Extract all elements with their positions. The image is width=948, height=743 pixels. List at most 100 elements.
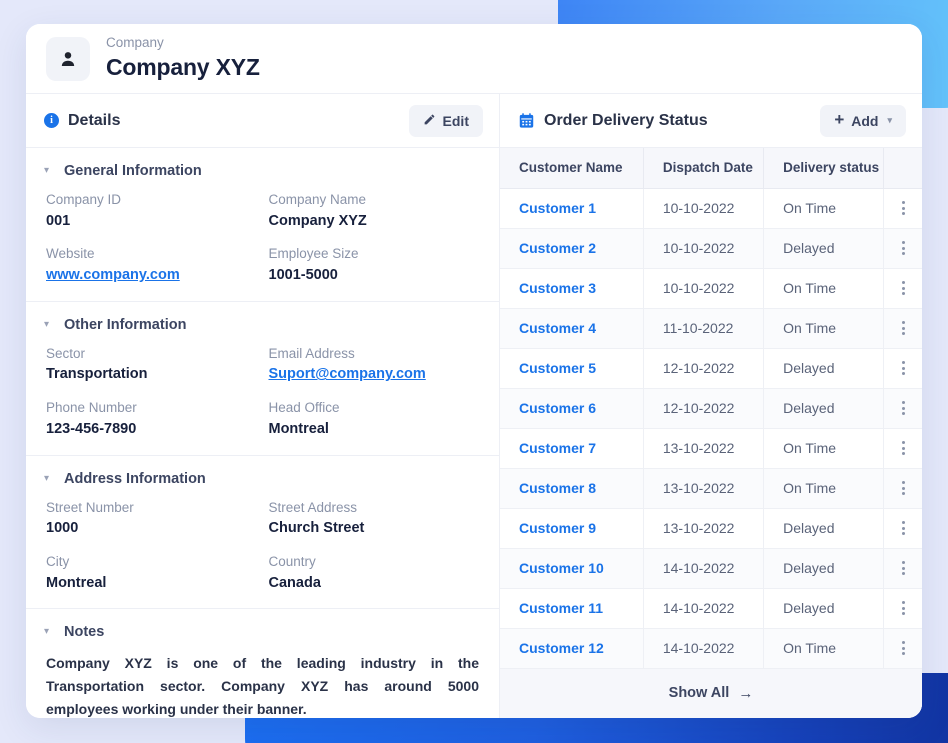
table-body: Customer 1 10-10-2022 On Time Customer 2… — [500, 188, 922, 669]
cell-dispatch-date: 14-10-2022 — [643, 628, 765, 669]
calendar-icon — [518, 112, 535, 129]
field-value: Montreal — [268, 420, 329, 437]
section-address-information: ▾ Address Information Street Number 1000… — [26, 456, 499, 610]
customer-link[interactable]: Customer 12 — [519, 640, 604, 656]
cell-dispatch-date: 10-10-2022 — [643, 268, 765, 309]
section-notes: ▾ Notes Company XYZ is one of the leadin… — [26, 609, 499, 718]
table-row[interactable]: Customer 10 14-10-2022 Delayed — [500, 548, 922, 589]
customer-link[interactable]: Customer 2 — [519, 240, 596, 256]
customer-link[interactable]: Customer 8 — [519, 480, 596, 496]
field-value: 123-456-7890 — [46, 420, 137, 437]
table-row[interactable]: Customer 8 13-10-2022 On Time — [500, 468, 922, 509]
kebab-menu-icon[interactable] — [884, 641, 922, 655]
add-button[interactable]: + Add ▾ — [820, 104, 906, 137]
cell-actions — [883, 388, 922, 429]
customer-link[interactable]: Customer 9 — [519, 520, 596, 536]
field-website: Website www.company.com — [46, 245, 259, 284]
cell-delivery-status: Delayed — [763, 548, 885, 589]
kebab-menu-icon[interactable] — [884, 561, 922, 575]
table-row[interactable]: Customer 2 10-10-2022 Delayed — [500, 228, 922, 269]
pencil-icon — [423, 113, 436, 129]
chevron-down-icon[interactable]: ▾ — [44, 473, 54, 484]
chevron-down-icon[interactable]: ▾ — [44, 319, 54, 330]
customer-link[interactable]: Customer 5 — [519, 360, 596, 376]
section-title: Other Information — [64, 316, 187, 333]
customer-link[interactable]: Customer 4 — [519, 320, 596, 336]
add-button-label: Add — [851, 112, 879, 129]
details-toolbar-left: i Details — [44, 112, 120, 130]
table-row[interactable]: Customer 6 12-10-2022 Delayed — [500, 388, 922, 429]
chevron-down-icon[interactable]: ▾ — [44, 627, 54, 637]
kebab-menu-icon[interactable] — [884, 601, 922, 615]
field-country: Country Canada — [269, 553, 482, 592]
table-row[interactable]: Customer 9 13-10-2022 Delayed — [500, 508, 922, 549]
column-header-customer-name[interactable]: Customer Name — [500, 148, 644, 189]
cell-delivery-status: On Time — [763, 468, 885, 509]
cell-dispatch-date: 13-10-2022 — [643, 428, 765, 469]
field-company-id: Company ID 001 — [46, 191, 259, 230]
customer-link[interactable]: Customer 3 — [519, 280, 596, 296]
section-header[interactable]: ▾ Notes — [44, 624, 481, 640]
field-grid: Sector Transportation Email Address Supo… — [44, 345, 481, 439]
info-icon: i — [44, 113, 59, 128]
chevron-down-icon[interactable]: ▾ — [887, 115, 892, 126]
cell-customer-name: Customer 9 — [500, 508, 644, 549]
kebab-menu-icon[interactable] — [884, 401, 922, 415]
show-all-button[interactable]: Show All → — [500, 668, 922, 718]
table-row[interactable]: Customer 3 10-10-2022 On Time — [500, 268, 922, 309]
kebab-menu-icon[interactable] — [884, 281, 922, 295]
details-pane: i Details Edit ▾ General Information Com… — [26, 94, 500, 718]
cell-customer-name: Customer 12 — [500, 628, 644, 669]
cell-actions — [883, 348, 922, 389]
kebab-menu-icon[interactable] — [884, 361, 922, 375]
customer-link[interactable]: Customer 11 — [519, 600, 603, 616]
field-grid: Company ID 001 Company Name Company XYZ … — [44, 191, 481, 285]
details-sections: ▾ General Information Company ID 001 Com… — [26, 148, 499, 718]
page-title: Company XYZ — [106, 54, 260, 81]
cell-actions — [883, 308, 922, 349]
table-row[interactable]: Customer 7 13-10-2022 On Time — [500, 428, 922, 469]
table-row[interactable]: Customer 1 10-10-2022 On Time — [500, 188, 922, 229]
customer-link[interactable]: Customer 1 — [519, 200, 596, 216]
kebab-menu-icon[interactable] — [884, 321, 922, 335]
table-row[interactable]: Customer 4 11-10-2022 On Time — [500, 308, 922, 349]
chevron-down-icon[interactable]: ▾ — [44, 166, 54, 176]
customer-link[interactable]: Customer 6 — [519, 400, 596, 416]
column-header-delivery-status[interactable]: Delivery status — [763, 148, 885, 189]
plus-icon: + — [834, 110, 845, 129]
cell-delivery-status: On Time — [763, 428, 885, 469]
kebab-menu-icon[interactable] — [884, 521, 922, 535]
field-value: 1001-5000 — [268, 266, 338, 283]
section-title: General Information — [64, 163, 202, 179]
table-row[interactable]: Customer 12 14-10-2022 On Time — [500, 628, 922, 669]
section-header[interactable]: ▾ General Information — [44, 163, 481, 179]
column-header-dispatch-date[interactable]: Dispatch Date — [643, 148, 765, 189]
cell-actions — [883, 628, 922, 669]
section-other-information: ▾ Other Information Sector Transportatio… — [26, 302, 499, 456]
field-label: City — [46, 553, 70, 569]
column-header-actions — [883, 148, 922, 189]
cell-customer-name: Customer 3 — [500, 268, 644, 309]
section-header[interactable]: ▾ Other Information — [44, 317, 481, 333]
kebab-menu-icon[interactable] — [884, 241, 922, 255]
kebab-menu-icon[interactable] — [884, 201, 922, 215]
section-header[interactable]: ▾ Address Information — [44, 471, 481, 487]
field-value: Montreal — [46, 574, 107, 591]
cell-dispatch-date: 10-10-2022 — [643, 228, 765, 269]
edit-button[interactable]: Edit — [408, 104, 483, 137]
card-body: i Details Edit ▾ General Information Com… — [26, 94, 922, 718]
kebab-menu-icon[interactable] — [884, 481, 922, 495]
customer-link[interactable]: Customer 7 — [519, 440, 596, 456]
customer-link[interactable]: Customer 10 — [519, 560, 604, 576]
table-row[interactable]: Customer 11 14-10-2022 Delayed — [500, 588, 922, 629]
section-general-information: ▾ General Information Company ID 001 Com… — [26, 148, 499, 302]
field-label: Company Name — [268, 192, 367, 207]
kebab-menu-icon[interactable] — [884, 441, 922, 455]
cell-dispatch-date: 14-10-2022 — [643, 548, 765, 589]
orders-title: Order Delivery Status — [544, 111, 708, 129]
email-link[interactable]: Suport@company.com — [269, 365, 482, 384]
details-title: Details — [68, 111, 121, 129]
table-row[interactable]: Customer 5 12-10-2022 Delayed — [500, 348, 922, 389]
website-link[interactable]: www.company.com — [46, 266, 259, 285]
field-head-office: Head Office Montreal — [269, 399, 482, 438]
